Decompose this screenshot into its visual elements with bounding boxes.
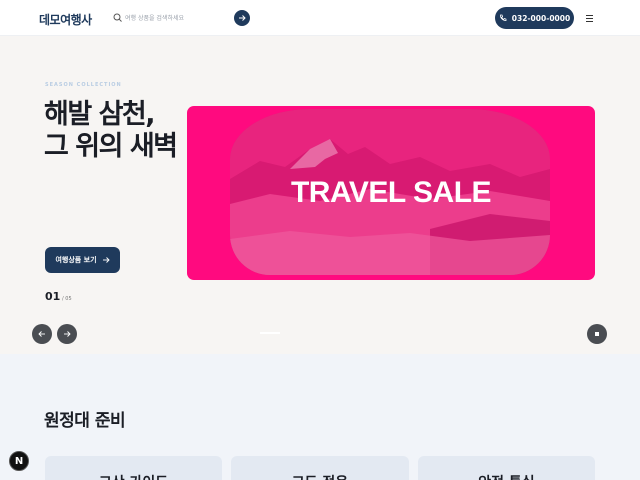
prep-card[interactable]: 고산 가이드	[45, 456, 222, 480]
card-title: 고도 적응	[231, 472, 409, 480]
phone-icon	[499, 14, 507, 21]
arrow-right-icon	[64, 331, 71, 337]
pause-button[interactable]	[587, 324, 607, 344]
view-products-button[interactable]: 여행상품 보기	[45, 247, 120, 273]
site-header: 데모여행사 032-000-0000	[0, 0, 640, 36]
section-title: 원정대 준비	[44, 411, 126, 431]
search-submit-button[interactable]	[234, 10, 250, 26]
slide-total: / 05	[62, 296, 72, 302]
next-slide-button[interactable]	[57, 324, 77, 344]
search-input[interactable]	[125, 11, 230, 25]
prep-card[interactable]: 안전 특실	[418, 456, 595, 480]
hamburger-line	[586, 20, 593, 22]
prep-card[interactable]: 고도 적응	[231, 456, 409, 480]
card-title: 고산 가이드	[45, 472, 222, 480]
pause-icon	[595, 332, 599, 336]
slide-pagination[interactable]	[260, 332, 280, 334]
search-bar	[106, 8, 250, 28]
site-logo[interactable]: 데모여행사	[39, 11, 92, 28]
card-title: 안전 특실	[418, 472, 595, 480]
slide-current: 01	[45, 290, 61, 303]
prev-slide-button[interactable]	[32, 324, 52, 344]
phone-number: 032-000-0000	[511, 13, 571, 23]
menu-button[interactable]	[586, 12, 596, 24]
arrow-right-icon	[239, 15, 246, 21]
phone-button[interactable]: 032-000-0000	[495, 7, 574, 29]
cta-label: 여행상품 보기	[55, 256, 97, 264]
banner-headline: TRAVEL SALE	[290, 176, 492, 209]
hamburger-line	[586, 17, 593, 19]
search-icon	[113, 13, 122, 22]
hero-eyebrow: SEASON COLLECTION	[45, 82, 122, 88]
arrow-right-icon	[102, 257, 110, 263]
arrow-left-icon	[38, 331, 45, 337]
hero-title: 해발 삼천, 그 위의 새벽	[44, 99, 178, 162]
promo-banner[interactable]: TRAVEL SALE	[187, 106, 595, 280]
hamburger-icon	[586, 14, 593, 16]
dev-badge[interactable]: N	[9, 451, 29, 471]
